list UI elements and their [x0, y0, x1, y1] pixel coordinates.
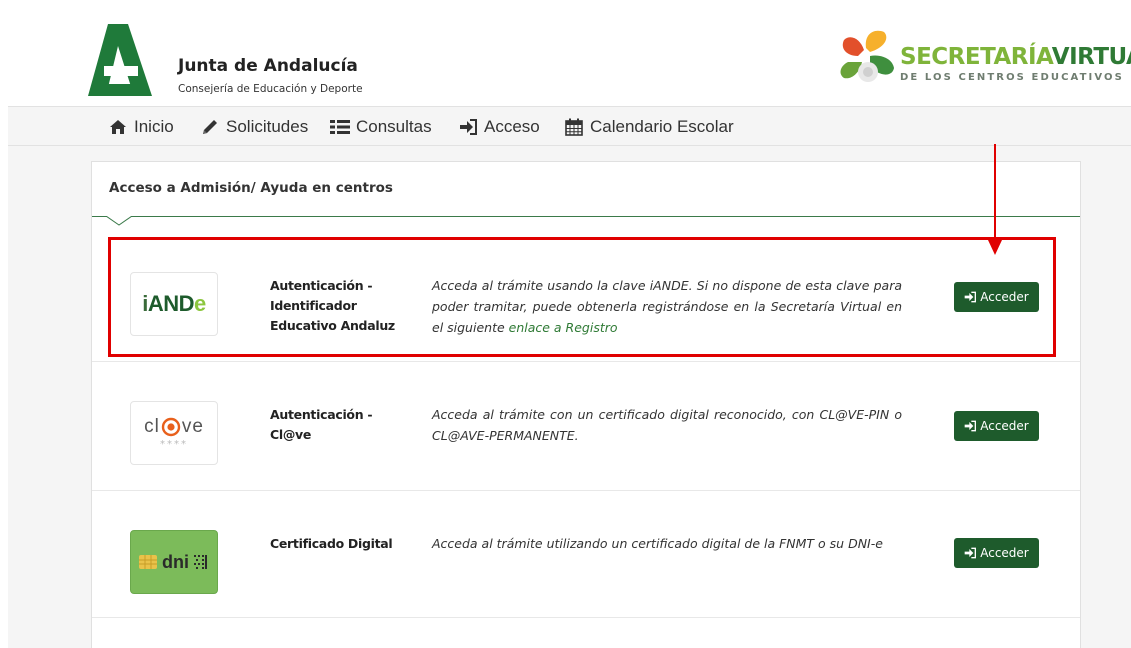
method-name: Certificado Digital — [270, 536, 393, 551]
secretaria-virtual-logo[interactable] — [836, 26, 900, 88]
clave-logo: cl ve **** — [130, 401, 218, 465]
clave-logo-stars: **** — [160, 439, 188, 450]
nav-label: Solicitudes — [226, 117, 309, 136]
nav-label: Acceso — [484, 117, 540, 136]
clave-at-icon — [161, 417, 181, 437]
nav-label: Consultas — [356, 117, 432, 136]
list-icon — [330, 118, 350, 136]
portal-title-part2: VIRTUAL — [1051, 44, 1131, 70]
chip-icon — [139, 555, 157, 569]
main-nav: Inicio Solicitudes Consultas Acceso Cale… — [8, 106, 1131, 146]
junta-andalucia-logo[interactable] — [88, 20, 152, 96]
nav-item-consultas[interactable]: Consultas — [330, 107, 432, 147]
site-header: Junta de Andalucía Consejería de Educaci… — [8, 8, 1131, 106]
description-text: Acceda al trámite con un certificado dig… — [432, 407, 902, 443]
nav-item-acceso[interactable]: Acceso — [458, 107, 540, 147]
clave-logo-left: cl — [144, 416, 160, 437]
button-label: Acceder — [980, 546, 1029, 560]
acceder-button-clave[interactable]: Acceder — [954, 411, 1039, 441]
nav-item-inicio[interactable]: Inicio — [108, 107, 174, 147]
org-name: Junta de Andalucía — [178, 56, 358, 76]
auth-method-certificado: dni Certificado Digital Acceda al trámit… — [92, 492, 1080, 618]
highlight-box — [108, 237, 1056, 357]
org-subtitle: Consejería de Educación y Deporte — [178, 83, 363, 95]
method-description: Acceda al trámite utilizando un certific… — [432, 533, 902, 554]
nav-item-calendario[interactable]: Calendario Escolar — [564, 107, 734, 147]
description-text: Acceda al trámite utilizando un certific… — [432, 536, 883, 551]
panel-notch — [106, 216, 132, 226]
nav-label: Calendario Escolar — [590, 117, 734, 136]
calendar-icon — [564, 118, 584, 136]
pencil-icon — [200, 118, 220, 136]
sign-in-icon — [964, 420, 977, 432]
clave-logo-right: ve — [181, 416, 204, 437]
portal-subtitle: DE LOS CENTROS EDUCATIVOS — [900, 72, 1124, 83]
dni-pattern-icon — [194, 555, 207, 569]
annotation-arrow-icon — [988, 144, 1002, 255]
nav-label: Inicio — [134, 117, 174, 136]
access-panel: Acceso a Admisión/ Ayuda en centros iAND… — [91, 161, 1081, 648]
auth-method-clave: cl ve **** Autenticación - Cl@ve Acceda … — [92, 363, 1080, 491]
button-label: Acceder — [980, 419, 1029, 433]
panel-title: Acceso a Admisión/ Ayuda en centros — [109, 180, 393, 196]
page-frame: Junta de Andalucía Consejería de Educaci… — [8, 8, 1131, 648]
acceder-button-certificado[interactable]: Acceder — [954, 538, 1039, 568]
panel-divider — [92, 216, 1080, 217]
portal-title: SECRETARÍAVIRTUAL — [900, 44, 1131, 70]
method-description: Acceda al trámite con un certificado dig… — [432, 404, 902, 446]
dni-logo: dni — [130, 530, 218, 594]
clave-logo-mark: cl ve — [144, 416, 204, 438]
method-name: Autenticación - Cl@ve — [270, 407, 373, 442]
dni-logo-text: dni — [162, 551, 189, 572]
sign-in-icon — [964, 547, 977, 559]
portal-title-part1: SECRETARÍA — [900, 44, 1052, 70]
panel-header: Acceso a Admisión/ Ayuda en centros — [92, 162, 1080, 217]
nav-item-solicitudes[interactable]: Solicitudes — [200, 107, 308, 147]
home-icon — [108, 118, 128, 136]
sign-in-icon — [458, 118, 478, 136]
